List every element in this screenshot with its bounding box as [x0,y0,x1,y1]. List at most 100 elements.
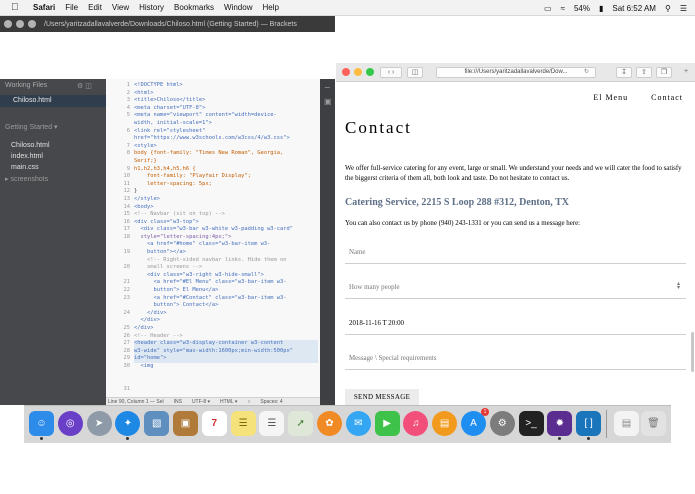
line-number: 19 [123,249,131,256]
send-message-button[interactable]: SEND MESSAGE [345,389,419,405]
line-number: 11 [123,180,131,187]
project-file-item[interactable]: main.css [11,164,39,171]
reminders-icon[interactable]: ☰ [259,411,285,436]
apple-menu-icon[interactable]:  [11,2,21,13]
line-number: 13 [123,195,131,202]
datetime-field[interactable]: 2018-11-16 T 20:00 [345,310,686,335]
intro-paragraph: We offer full-service catering for any e… [345,165,682,182]
clock[interactable]: Sat 6:52 AM [612,4,656,13]
code-text[interactable]: <!DOCTYPE html> <html> <title>Chiloso</t… [134,82,318,371]
zoom-window-button[interactable] [366,68,374,76]
minimize-window-button[interactable] [16,20,24,28]
back-forward-button[interactable]: ‹ › [380,67,402,78]
extension-manager-icon[interactable]: ▣ [324,98,332,106]
line-number: 20 [123,264,131,271]
live-preview-icon[interactable]: ∽ [324,84,332,92]
menu-history[interactable]: History [139,3,164,12]
notes-icon[interactable]: ☰ [230,411,256,436]
encoding-select[interactable]: UTF-8 ▾ [192,399,210,405]
nav-link-contact[interactable]: Contact [651,93,683,102]
message-field[interactable]: Message \ Special requirements [345,345,686,370]
line-number-wrap [106,257,130,265]
line-number: 2 [126,89,130,96]
code-line: button"> Contact</a> [134,302,219,309]
photos-icon[interactable]: ✿ [316,411,342,436]
indent-setting[interactable]: Spaces: 4 [260,399,282,405]
code-line: <a href="#home" class="w3-bar-item w3- [134,241,271,248]
language-select[interactable]: HTML ▾ [220,399,237,405]
menu-bookmarks[interactable]: Bookmarks [174,3,214,12]
message-placeholder: Message \ Special requirements [349,355,437,362]
battery-icon[interactable]: ▮ [599,4,603,13]
page-scrollbar[interactable] [691,332,694,372]
siri-icon[interactable]: ◎ [57,411,83,436]
address-bar[interactable]: file:///Users/yaritzadallavalverde/Dow..… [436,67,596,78]
tabs-overview-icon[interactable]: ❐ [656,67,672,78]
project-file-item[interactable]: index.html [11,153,43,160]
reload-icon[interactable]: ↻ [584,68,589,77]
contacts-icon[interactable]: ▣ [172,411,198,436]
project-header[interactable]: Getting Started ▾ [5,123,58,131]
line-number: 31 [123,385,131,392]
code-editor[interactable]: 1 2 3 4 5 6 7 8 9 10 11 12 13 14 15 16 1… [106,79,320,397]
code-line: <title>Chiloso</title> [134,97,206,104]
download-icon[interactable]: ↧ [616,67,632,78]
finder-icon[interactable]: ☺ [29,411,54,440]
menu-file[interactable]: File [65,3,78,12]
people-count-field[interactable]: How many people ▴ ▾ [345,274,686,299]
image-capture-icon[interactable]: ▧ [144,411,170,436]
maps-icon[interactable]: ➚ [288,411,314,436]
code-line: Serif;} [134,157,157,164]
app-store-icon[interactable]: A1 [460,408,489,436]
sidebar-settings-icon[interactable]: ⚙ ◫ [77,82,92,90]
launchpad-icon[interactable]: ➤ [86,411,112,436]
project-folder-item[interactable]: ▸ screenshots [5,175,48,183]
close-window-button[interactable] [342,68,350,76]
line-number: 17 [123,226,131,233]
new-tab-icon[interactable]: + [679,67,693,78]
lint-status-icon[interactable]: ○ [247,399,250,405]
line-number: 10 [123,173,131,180]
close-window-button[interactable] [4,20,12,28]
calendar-icon[interactable]: 7 [201,411,227,436]
airplay-icon[interactable]: ▭ [544,4,552,13]
brackets-icon[interactable]: [ ] [576,411,602,440]
itunes-icon[interactable]: ♫ [403,411,429,436]
line-number: 1 [126,82,130,88]
menu-edit[interactable]: Edit [88,3,102,12]
spotlight-icon[interactable]: ⚲ [665,4,671,13]
visual-studio-icon[interactable]: ✹ [547,411,573,440]
zoom-window-button[interactable] [28,20,36,28]
line-number: 8 [126,150,130,157]
code-line: <html> [134,89,154,96]
code-line: <!DOCTYPE html> [134,82,183,88]
wifi-icon[interactable]: ≈ [561,4,565,13]
project-file-item[interactable]: Chiloso.html [11,142,50,149]
insert-mode[interactable]: INS [174,399,182,405]
running-indicator [126,437,130,440]
system-preferences-icon[interactable]: ⚙ [489,411,515,436]
notification-center-icon[interactable]: ☰ [680,4,687,13]
battery-percent[interactable]: 54% [574,4,590,13]
trash-icon[interactable]: 🗑 [641,411,666,436]
share-icon[interactable]: ⇧ [636,67,652,78]
menu-view[interactable]: View [112,3,129,12]
document-icon[interactable]: ▤ [614,411,639,436]
minimize-window-button[interactable] [354,68,362,76]
facetime-icon[interactable]: ▶ [374,411,400,436]
terminal-icon[interactable]: >_ [518,411,544,436]
menu-help[interactable]: Help [262,3,278,12]
update-badge: 1 [480,408,489,416]
working-file-item[interactable]: Chiloso.html [0,95,106,107]
safari-icon[interactable]: ✦ [115,411,141,440]
menu-app-name[interactable]: Safari [33,3,55,12]
line-number-gutter: 1 2 3 4 5 6 7 8 9 10 11 12 13 14 15 16 1… [106,82,131,393]
menu-window[interactable]: Window [224,3,252,12]
nav-link-menu[interactable]: El Menu [593,93,628,102]
ibooks-icon[interactable]: ▤ [432,411,458,436]
name-field[interactable]: Name [345,239,686,264]
number-stepper-icon[interactable]: ▴ ▾ [677,281,680,291]
sidebar-toggle-icon[interactable]: ◫ [407,67,423,78]
messages-icon[interactable]: ✉ [345,411,371,436]
code-line: <div class="w3-bar w3-white w3-padding w… [134,226,294,233]
